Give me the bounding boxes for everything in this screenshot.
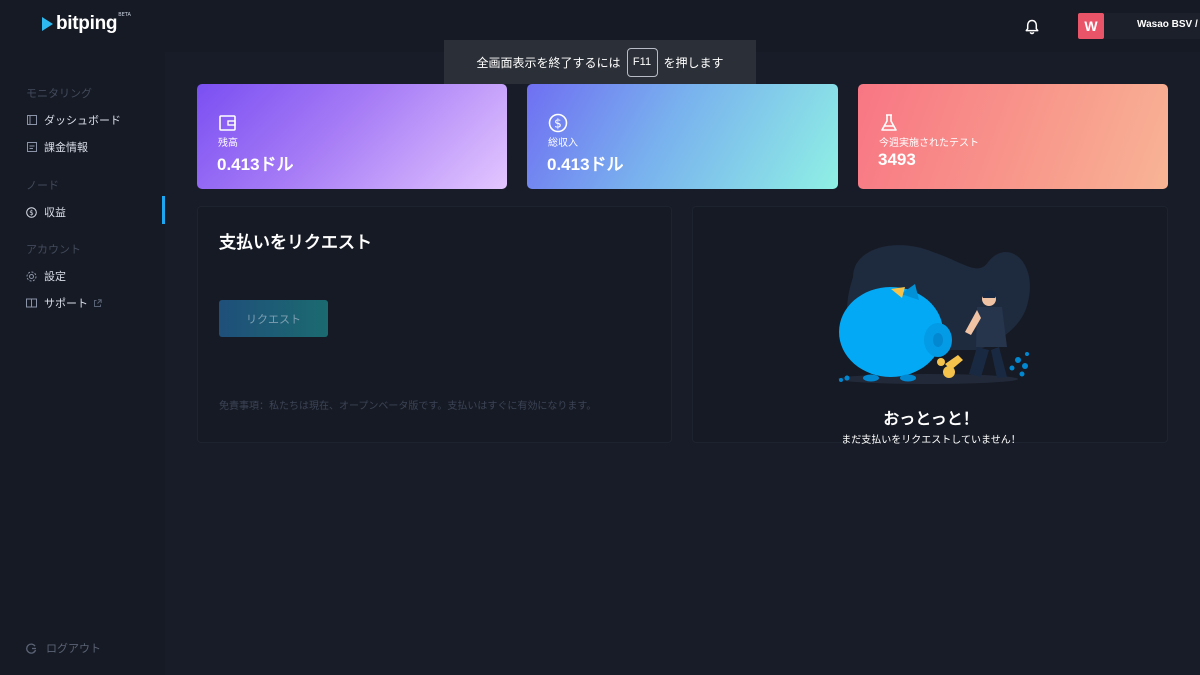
logout-button[interactable]: ログアウト — [26, 640, 101, 656]
disclaimer-text: 免責事項：私たちは現在、オープンベータ版です。支払いはすぐに有効になります。 — [219, 401, 597, 412]
billing-icon — [26, 142, 37, 153]
gear-icon — [26, 271, 37, 282]
fullscreen-toast: 全画面表示を終了するには F11 を押します — [444, 40, 756, 84]
sidebar-item-label: ダッシュボード — [44, 114, 121, 127]
sidebar-section-node: ノード — [26, 179, 59, 192]
logout-label: ログアウト — [46, 642, 101, 655]
bell-icon[interactable] — [1023, 18, 1041, 36]
sidebar-item-label: 収益 — [44, 206, 66, 219]
request-button[interactable]: リクエスト — [219, 300, 328, 337]
wallet-icon — [219, 115, 236, 131]
svg-text:$: $ — [554, 117, 562, 131]
sidebar-item-billing[interactable]: 課金情報 — [26, 139, 88, 155]
sidebar-section-account: アカウント — [26, 243, 81, 256]
stat-label: 残高 — [218, 138, 238, 149]
svg-text:$: $ — [29, 209, 33, 217]
sidebar-item-support[interactable]: サポート — [26, 295, 102, 311]
empty-state-subtitle: まだ支払いをリクエストしていません！ — [841, 435, 1021, 446]
stat-card-balance: 残高 0.413ドル — [197, 84, 507, 189]
f11-key: F11 — [626, 47, 658, 77]
dollar-icon: $ — [26, 206, 37, 218]
stat-value: 3493 — [878, 150, 916, 169]
empty-state-title: おっとっと！ — [883, 409, 979, 428]
dashboard-icon — [26, 115, 37, 126]
sidebar-item-label: 課金情報 — [44, 141, 88, 154]
dollar-icon: $ — [548, 113, 568, 133]
empty-state-panel: おっとっと！ まだ支払いをリクエストしていません！ — [692, 206, 1168, 446]
piggy-bank-illustration — [838, 245, 1030, 384]
support-icon — [26, 298, 37, 309]
user-name[interactable]: Wasao BSV / C — [1137, 19, 1200, 30]
avatar[interactable]: W — [1078, 13, 1104, 39]
stat-card-tests: 今週実施されたテスト 3493 — [858, 84, 1168, 189]
toast-text-after: を押します — [663, 55, 724, 70]
logo-text: bitping — [56, 13, 118, 34]
stat-value: 0.413ドル — [547, 155, 624, 174]
bitping-logo[interactable]: bitping BETA — [42, 12, 131, 35]
logout-icon — [26, 643, 37, 654]
sidebar-item-label: サポート — [44, 297, 88, 310]
stat-card-total-income: $ 総収入 0.413ドル — [527, 84, 838, 189]
stat-value: 0.413ドル — [217, 155, 294, 174]
stat-label: 総収入 — [548, 138, 578, 149]
payout-request-panel: 支払いをリクエスト リクエスト 免責事項：私たちは現在、オープンベータ版です。支… — [197, 206, 672, 443]
beta-badge: BETA — [118, 12, 131, 18]
sidebar-item-dashboard[interactable]: ダッシュボード — [26, 112, 121, 128]
sidebar-section-monitoring: モニタリング — [26, 87, 92, 100]
external-link-icon — [94, 298, 102, 307]
stat-label: 今週実施されたテスト — [879, 138, 979, 149]
panel-title: 支払いをリクエスト — [219, 233, 372, 252]
sidebar-item-earnings[interactable]: $ 収益 — [26, 204, 66, 220]
logo-arrow-icon — [42, 17, 53, 31]
sidebar-item-settings[interactable]: 設定 — [26, 268, 66, 284]
flask-icon — [881, 114, 897, 131]
toast-text-before: 全画面表示を終了するには — [476, 55, 621, 70]
sidebar-item-label: 設定 — [44, 270, 66, 283]
